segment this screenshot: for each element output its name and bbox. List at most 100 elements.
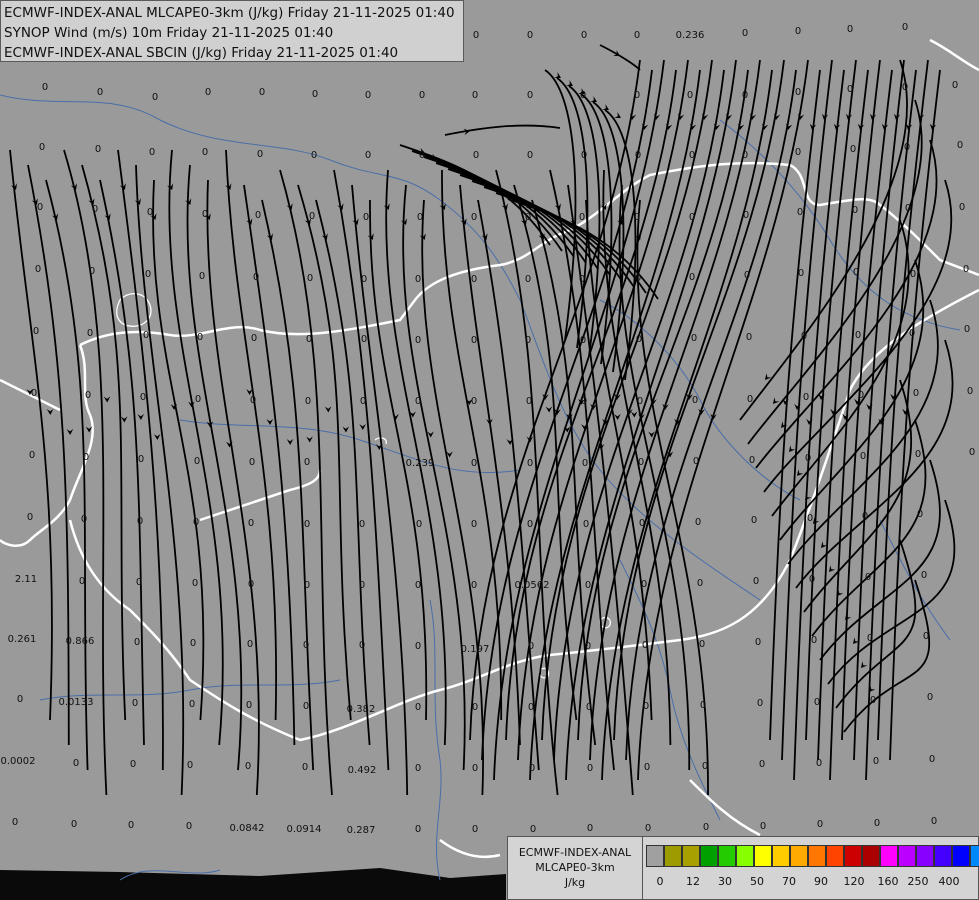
sbcin-value: 0 bbox=[472, 763, 478, 774]
legend-swatch bbox=[700, 845, 718, 867]
sbcin-value: 0 bbox=[910, 269, 916, 280]
sbcin-value: 0 bbox=[527, 458, 533, 469]
sbcin-value: 0 bbox=[525, 335, 531, 346]
sbcin-value: 0 bbox=[952, 80, 958, 91]
sbcin-value: 0 bbox=[867, 633, 873, 644]
sbcin-value: 0 bbox=[471, 580, 477, 591]
sbcin-value: 0 bbox=[742, 28, 748, 39]
weather-map[interactable]: 0 0 0 0 0 0 0 0 0 0 0 0 0 0 0 0 0 0 0 0 0 0 0 0 0 0 0 0 0 0 0 0 0 0 0 0 0 0 0 0… bbox=[0, 0, 979, 900]
sbcin-value: 0 bbox=[699, 639, 705, 650]
sbcin-value: 0 bbox=[128, 820, 134, 831]
sbcin-value: 0 bbox=[581, 150, 587, 161]
sbcin-value: 0 bbox=[746, 332, 752, 343]
legend-tick: 12 bbox=[686, 875, 700, 888]
sbcin-value: 0 bbox=[530, 824, 536, 835]
sbcin-value: 0 bbox=[359, 640, 365, 651]
sbcin-value: 0 bbox=[853, 267, 859, 278]
sbcin-value: 0 bbox=[471, 335, 477, 346]
sbcin-value: 0 bbox=[855, 330, 861, 341]
sbcin-value: 0 bbox=[580, 90, 586, 101]
sbcin-value: 0 bbox=[687, 90, 693, 101]
sbcin-value: 0 bbox=[747, 394, 753, 405]
sbcin-value: 0 bbox=[302, 762, 308, 773]
sbcin-value: 0 bbox=[31, 388, 37, 399]
sbcin-value: 0 bbox=[255, 210, 261, 221]
sbcin-value: 0 bbox=[305, 396, 311, 407]
sbcin-value: 0 bbox=[636, 334, 642, 345]
sbcin-value: 0 bbox=[419, 90, 425, 101]
sbcin-value: 0 bbox=[858, 390, 864, 401]
sbcin-value: 0.236 bbox=[676, 30, 705, 41]
sbcin-value: 0 bbox=[17, 694, 23, 705]
sbcin-value: 0 bbox=[149, 147, 155, 158]
sbcin-value: 0 bbox=[860, 451, 866, 462]
sbcin-value: 0 bbox=[816, 758, 822, 769]
sbcin-value: 0 bbox=[695, 517, 701, 528]
sbcin-value: 0 bbox=[417, 212, 423, 223]
sbcin-value: 0 bbox=[136, 577, 142, 588]
legend-tick: 250 bbox=[907, 875, 929, 888]
sbcin-value: 0 bbox=[192, 578, 198, 589]
sbcin-value: 0 bbox=[259, 87, 265, 98]
legend-tick: 70 bbox=[782, 875, 796, 888]
legend-swatch bbox=[952, 845, 970, 867]
sbcin-value: 0 bbox=[583, 519, 589, 530]
sbcin-value: 0.0842 bbox=[230, 823, 265, 834]
sbcin-value: 0 bbox=[587, 823, 593, 834]
sbcin-value: 0 bbox=[814, 697, 820, 708]
sbcin-value: 0 bbox=[635, 150, 641, 161]
sbcin-value: 0 bbox=[635, 273, 641, 284]
sbcin-value: 0 bbox=[870, 695, 876, 706]
sbcin-value: 0 bbox=[807, 513, 813, 524]
sbcin-value: 0 bbox=[642, 640, 648, 651]
legend-swatch bbox=[682, 845, 700, 867]
sbcin-value: 0 bbox=[12, 817, 18, 828]
sbcin-value: 0 bbox=[585, 580, 591, 591]
sbcin-value: 0 bbox=[703, 822, 709, 833]
sbcin-value: 0 bbox=[811, 635, 817, 646]
sbcin-value: 0 bbox=[138, 454, 144, 465]
sbcin-value: 0 bbox=[795, 147, 801, 158]
sbcin-value: 0 bbox=[73, 758, 79, 769]
sbcin-value: 0 bbox=[927, 692, 933, 703]
sbcin-value: 0 bbox=[641, 579, 647, 590]
sbcin-value: 0 bbox=[186, 821, 192, 832]
sbcin-value: 0 bbox=[143, 330, 149, 341]
sbcin-value: 0 bbox=[92, 204, 98, 215]
sbcin-value: 0 bbox=[89, 266, 95, 277]
sbcin-value: 0 bbox=[140, 392, 146, 403]
sbcin-value: 0 bbox=[757, 698, 763, 709]
legend-tick: 50 bbox=[750, 875, 764, 888]
sbcin-value: 0 bbox=[71, 819, 77, 830]
sbcin-value: 0 bbox=[957, 140, 963, 151]
sbcin-value: 0 bbox=[472, 702, 478, 713]
sbcin-value: 0 bbox=[187, 760, 193, 771]
sbcin-value: 0 bbox=[247, 639, 253, 650]
sbcin-value: 0 bbox=[249, 457, 255, 468]
sbcin-value: 0.261 bbox=[8, 634, 37, 645]
sbcin-value: 0 bbox=[526, 396, 532, 407]
sbcin-value: 0 bbox=[416, 519, 422, 530]
legend-swatch bbox=[862, 845, 880, 867]
sbcin-value: 0 bbox=[37, 202, 43, 213]
legend-swatch bbox=[916, 845, 934, 867]
sbcin-value: 0 bbox=[582, 458, 588, 469]
sbcin-value: 0 bbox=[304, 457, 310, 468]
sbcin-value: 0 bbox=[873, 756, 879, 767]
sbcin-value: 0 bbox=[39, 142, 45, 153]
sbcin-value: 0 bbox=[81, 514, 87, 525]
sbcin-value: 0 bbox=[359, 519, 365, 530]
sbcin-value: 0.0914 bbox=[287, 824, 322, 835]
sbcin-value: 0 bbox=[419, 150, 425, 161]
legend-swatch bbox=[664, 845, 682, 867]
sbcin-value: 0 bbox=[471, 212, 477, 223]
legend-swatch bbox=[880, 845, 898, 867]
sbcin-value: 0 bbox=[415, 641, 421, 652]
sbcin-value: 0 bbox=[528, 702, 534, 713]
sbcin-value: 0 bbox=[525, 212, 531, 223]
sbcin-value: 0 bbox=[587, 763, 593, 774]
sbcin-value: 0 bbox=[134, 637, 140, 648]
sbcin-value: 0 bbox=[874, 818, 880, 829]
sbcin-value: 0 bbox=[528, 641, 534, 652]
sbcin-value: 0 bbox=[194, 456, 200, 467]
